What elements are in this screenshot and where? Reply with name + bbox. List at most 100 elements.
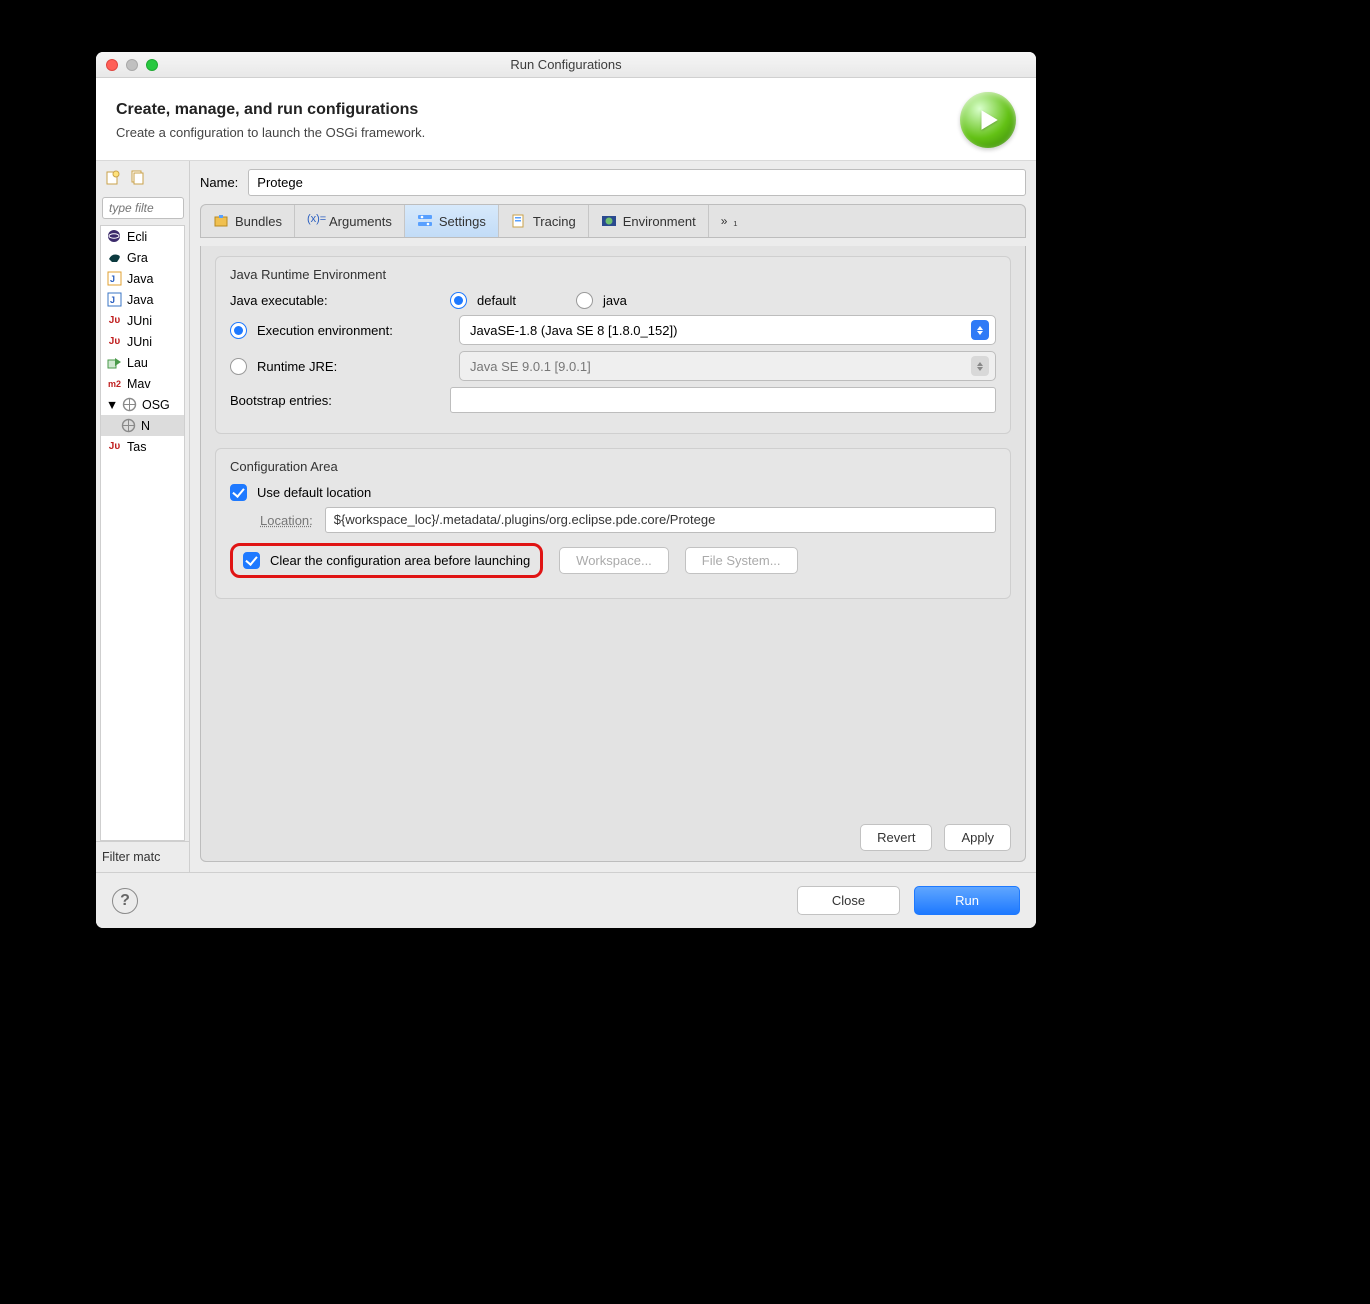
- name-input[interactable]: [248, 169, 1026, 196]
- filter-input[interactable]: [102, 197, 184, 219]
- java-exec-default-radio[interactable]: [450, 292, 467, 309]
- svg-text:J: J: [110, 295, 115, 305]
- use-default-location-checkbox[interactable]: [230, 484, 247, 501]
- gradle-icon: [107, 250, 122, 265]
- bootstrap-input[interactable]: [450, 387, 996, 413]
- tree-item-label: N: [141, 419, 150, 433]
- execution-env-label: Execution environment:: [257, 323, 449, 338]
- tree-item-label: Gra: [127, 251, 148, 265]
- header-subtitle: Create a configuration to launch the OSG…: [116, 125, 425, 140]
- tab-overflow[interactable]: »₁: [709, 205, 750, 237]
- tree-item-label: Tas: [127, 440, 146, 454]
- java-exec-java-label: java: [603, 293, 627, 308]
- bottom-bar: ? Close Run: [96, 872, 1036, 928]
- execution-env-select[interactable]: JavaSE-1.8 (Java SE 8 [1.8.0_152]): [459, 315, 996, 345]
- runtime-jre-radio[interactable]: [230, 358, 247, 375]
- workspace-button[interactable]: Workspace...: [559, 547, 669, 574]
- tree-item-junit1[interactable]: Jᴜ JUni: [101, 310, 184, 331]
- tree-item-osgi-child[interactable]: N: [101, 415, 184, 436]
- filesystem-button[interactable]: File System...: [685, 547, 798, 574]
- environment-icon: [601, 213, 617, 229]
- tree-item-launch[interactable]: Lau: [101, 352, 184, 373]
- clear-config-highlight: Clear the configuration area before laun…: [230, 543, 543, 578]
- tree-item-label: Java: [127, 293, 153, 307]
- java-exec-default-label: default: [477, 293, 516, 308]
- select-arrows-icon: [971, 320, 989, 340]
- new-config-icon[interactable]: [104, 169, 122, 187]
- tab-tracing[interactable]: Tracing: [499, 205, 589, 237]
- config-area-title: Configuration Area: [230, 459, 996, 474]
- help-button[interactable]: ?: [112, 888, 138, 914]
- eclipse-icon: [107, 229, 122, 244]
- tree-item-eclipse[interactable]: Ecli: [101, 226, 184, 247]
- configurations-sidebar: Ecli Gra J Java J Java Jᴜ JUni Jᴜ JUni Lau m…: [96, 161, 190, 872]
- execution-env-value: JavaSE-1.8 (Java SE 8 [1.8.0_152]): [470, 323, 677, 338]
- tree-item-osgi[interactable]: ▼ OSG: [101, 394, 184, 415]
- tree-item-gradle[interactable]: Gra: [101, 247, 184, 268]
- tree-item-junit2[interactable]: Jᴜ JUni: [101, 331, 184, 352]
- config-area-group: Configuration Area Use default location …: [215, 448, 1011, 599]
- java-icon: J: [107, 271, 122, 286]
- tab-label: Bundles: [235, 214, 282, 229]
- clear-config-label: Clear the configuration area before laun…: [270, 553, 530, 568]
- duplicate-config-icon[interactable]: [128, 169, 146, 187]
- run-button[interactable]: Run: [914, 886, 1020, 915]
- tree-item-maven[interactable]: m2Mav: [101, 373, 184, 394]
- tab-label: Environment: [623, 214, 696, 229]
- location-label: Location:: [260, 513, 313, 528]
- osgi-icon: [122, 397, 137, 412]
- tree-item-label: Java: [127, 272, 153, 286]
- runtime-jre-select: Java SE 9.0.1 [9.0.1]: [459, 351, 996, 381]
- revert-button[interactable]: Revert: [860, 824, 932, 851]
- launch-group-icon: [107, 355, 122, 370]
- tab-label: ₁: [733, 214, 737, 228]
- tab-arguments[interactable]: (x)= Arguments: [295, 205, 405, 237]
- tree-item-label: JUni: [127, 314, 152, 328]
- main-panel: Name: Bundles (x)=Arguments Settings Tra…: [190, 161, 1036, 872]
- clear-config-checkbox[interactable]: [243, 552, 260, 569]
- tree-item-java2[interactable]: J Java: [101, 289, 184, 310]
- run-configurations-window: Run Configurations Create, manage, and r…: [96, 52, 1036, 928]
- junit-icon: Jᴜ: [107, 439, 122, 454]
- tab-label: Tracing: [533, 214, 576, 229]
- tabs: Bundles (x)= Arguments Settings Tracing E…: [200, 204, 1026, 238]
- tracing-icon: [511, 213, 527, 229]
- osgi-icon: [121, 418, 136, 433]
- revert-apply-row: Revert Apply: [215, 824, 1011, 851]
- tab-settings[interactable]: Settings: [405, 205, 499, 237]
- java-exec-label: Java executable:: [230, 293, 440, 308]
- tab-bundles[interactable]: Bundles: [201, 205, 295, 237]
- execution-env-radio[interactable]: [230, 322, 247, 339]
- jre-group-title: Java Runtime Environment: [230, 267, 996, 282]
- tab-environment[interactable]: Environment: [589, 205, 709, 237]
- disclosure-icon[interactable]: ▼: [107, 400, 117, 410]
- arguments-icon: (x)=: [307, 213, 323, 229]
- use-default-location-label: Use default location: [257, 485, 371, 500]
- tree-item-java1[interactable]: J Java: [101, 268, 184, 289]
- bootstrap-label: Bootstrap entries:: [230, 393, 440, 408]
- tree-item-label: OSG: [142, 398, 170, 412]
- header-title: Create, manage, and run configurations: [116, 101, 425, 119]
- bundles-icon: [213, 213, 229, 229]
- junit-icon: Jᴜ: [107, 334, 122, 349]
- tree-item-label: Lau: [127, 356, 148, 370]
- settings-tab-content: Java Runtime Environment Java executable…: [200, 246, 1026, 862]
- tree-item-label: Ecli: [127, 230, 147, 244]
- apply-button[interactable]: Apply: [944, 824, 1011, 851]
- jre-group: Java Runtime Environment Java executable…: [215, 256, 1011, 434]
- filter-matched-label: Filter matc: [96, 841, 189, 872]
- java-icon: J: [107, 292, 122, 307]
- runtime-jre-value: Java SE 9.0.1 [9.0.1]: [470, 359, 591, 374]
- tree-item-label: JUni: [127, 335, 152, 349]
- location-input[interactable]: ${workspace_loc}/.metadata/.plugins/org.…: [325, 507, 996, 533]
- tree-item-task[interactable]: Jᴜ Tas: [101, 436, 184, 457]
- config-tree[interactable]: Ecli Gra J Java J Java Jᴜ JUni Jᴜ JUni Lau m…: [100, 225, 185, 841]
- runtime-jre-label: Runtime JRE:: [257, 359, 449, 374]
- close-button[interactable]: Close: [797, 886, 900, 915]
- tab-label: Arguments: [329, 214, 392, 229]
- window-title: Run Configurations: [96, 57, 1036, 72]
- tree-item-label: Mav: [127, 377, 151, 391]
- junit-icon: Jᴜ: [107, 313, 122, 328]
- run-icon: [960, 92, 1016, 148]
- java-exec-java-radio[interactable]: [576, 292, 593, 309]
